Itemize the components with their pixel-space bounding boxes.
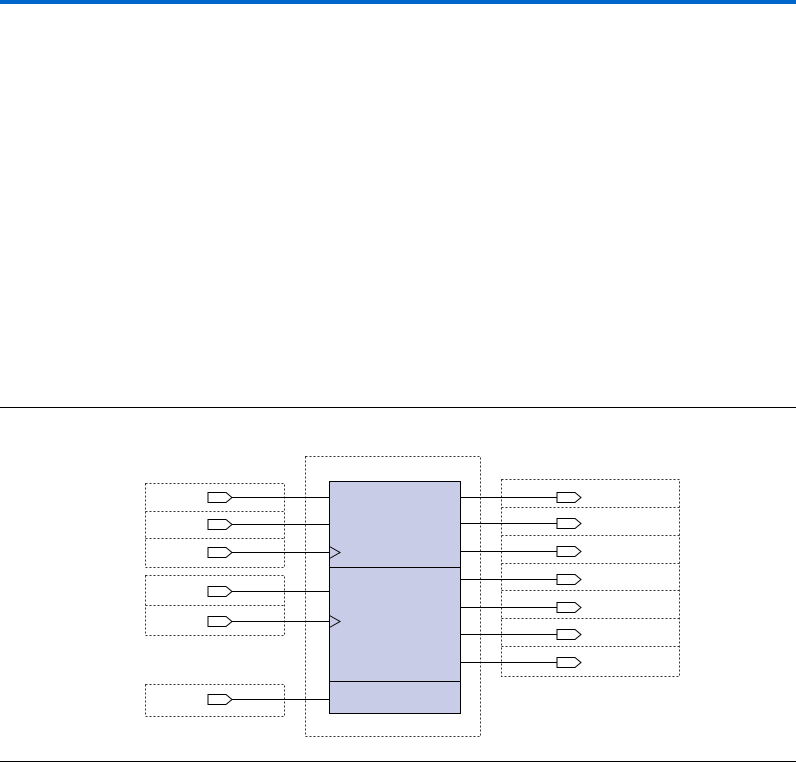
block-diagram <box>145 456 680 737</box>
output-port-2 <box>556 518 582 529</box>
central-block <box>329 481 461 714</box>
output-port-7 <box>556 657 582 668</box>
input-port-6 <box>207 694 233 705</box>
input-port-3 <box>207 547 233 558</box>
output-port-3 <box>556 546 582 557</box>
output-port-5 <box>556 602 582 613</box>
input-port-4 <box>207 586 233 597</box>
input-port-1 <box>207 492 233 503</box>
input-port-5 <box>207 616 233 627</box>
input-port-2 <box>207 519 233 530</box>
output-port-1 <box>556 492 582 503</box>
output-port-6 <box>556 629 582 640</box>
output-port-4 <box>556 574 582 585</box>
